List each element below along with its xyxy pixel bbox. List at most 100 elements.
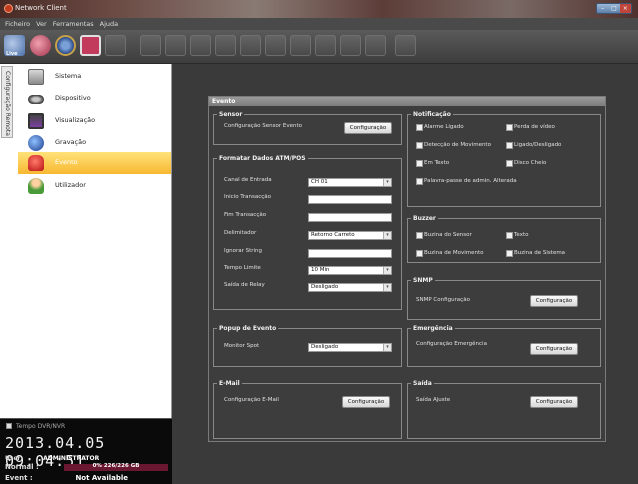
snmp-config-button[interactable]: Configuração bbox=[530, 295, 578, 307]
relay-select[interactable]: Desligado ▾ bbox=[308, 283, 392, 292]
grid-6-button[interactable] bbox=[190, 35, 211, 56]
chevron-down-icon: ▾ bbox=[383, 232, 391, 239]
grid-13-button[interactable] bbox=[290, 35, 311, 56]
status-panel: Tempo DVR/NVR 2013.04.05 09:04:51 User A… bbox=[0, 418, 172, 484]
grid-8-button[interactable] bbox=[215, 35, 236, 56]
monitor-spot-select[interactable]: Desligado ▾ bbox=[308, 343, 392, 352]
grid-16-button[interactable] bbox=[315, 35, 336, 56]
buzina-movimento-checkbox[interactable]: Buzina de Movimento bbox=[416, 250, 484, 257]
maximize-button[interactable]: □ bbox=[608, 4, 619, 13]
menu-ferramentas[interactable]: Ferramentas bbox=[53, 18, 94, 30]
sidebar-item-gravacao[interactable]: Gravação bbox=[18, 132, 171, 154]
snmp-label: SNMP Configuração bbox=[416, 297, 470, 303]
chevron-down-icon: ▾ bbox=[383, 267, 391, 274]
canal-label: Canal de Entrada bbox=[224, 177, 272, 183]
notificacao-title: Notificação bbox=[411, 111, 453, 118]
menu-ver[interactable]: Ver bbox=[36, 18, 47, 30]
fim-label: Fim Transacção bbox=[224, 212, 267, 218]
sidebar-item-sistema[interactable]: Sistema bbox=[18, 66, 171, 88]
status-event-value: Not Available bbox=[75, 474, 129, 482]
title-bar: Network Client – □ × bbox=[0, 0, 638, 18]
saida-title: Saída bbox=[411, 380, 434, 387]
search-button[interactable] bbox=[30, 35, 51, 56]
atm-pos-group: Formatar Dados ATM/POS Canal de Entrada … bbox=[213, 155, 402, 310]
sidebar-item-evento[interactable]: Evento bbox=[18, 152, 171, 174]
perda-video-checkbox[interactable]: Perda de vídeo bbox=[506, 124, 555, 131]
palavra-passe-checkbox[interactable]: Palavra-passe de admin. Alterada bbox=[416, 178, 517, 185]
sensor-config-button[interactable]: Configuração bbox=[344, 122, 392, 134]
monitor-spot-value: Desligado bbox=[311, 344, 339, 350]
live-button[interactable]: Live bbox=[4, 35, 25, 57]
display-icon bbox=[28, 113, 44, 129]
grid-36-button[interactable] bbox=[365, 35, 386, 56]
emergencia-label: Configuração Emergência bbox=[416, 341, 487, 347]
inicio-input[interactable] bbox=[308, 195, 392, 204]
status-event-key: Event : bbox=[5, 474, 33, 482]
delimitador-label: Delimitador bbox=[224, 230, 257, 236]
sidebar-item-label: Sistema bbox=[55, 72, 82, 80]
ligado-desligado-checkbox[interactable]: Ligado/Desligado bbox=[506, 142, 561, 149]
disco-cheio-checkbox[interactable]: Disco Cheio bbox=[506, 160, 546, 167]
delimitador-select[interactable]: Retorno Carreto ▾ bbox=[308, 231, 392, 240]
buzina-sensor-checkbox[interactable]: Buzina do Sensor bbox=[416, 232, 472, 239]
user-icon bbox=[28, 178, 44, 194]
status-user-value: ADMINISTRATOR bbox=[43, 455, 100, 462]
grid-9-button[interactable] bbox=[240, 35, 261, 56]
buzzer-title: Buzzer bbox=[411, 215, 438, 222]
saida-config-button[interactable]: Configuração bbox=[530, 396, 578, 408]
alarme-ligado-checkbox[interactable]: Alarme Ligado bbox=[416, 124, 464, 131]
canal-select[interactable]: CH 01 ▾ bbox=[308, 178, 392, 187]
ignorar-input[interactable] bbox=[308, 249, 392, 258]
panel-title: Evento bbox=[209, 97, 605, 106]
monitor-spot-label: Monitor Spot bbox=[224, 343, 260, 349]
system-icon bbox=[28, 69, 44, 85]
sidebar-item-visualizacao[interactable]: Visualização bbox=[18, 110, 171, 132]
sidebar-item-label: Dispositivo bbox=[55, 94, 91, 102]
grid-4-button[interactable] bbox=[165, 35, 186, 56]
email-config-button[interactable]: Configuração bbox=[342, 396, 390, 408]
atm-pos-title: Formatar Dados ATM/POS bbox=[217, 155, 308, 162]
tempo-label: Tempo Limite bbox=[224, 265, 261, 271]
chevron-down-icon: ▾ bbox=[383, 344, 391, 351]
minimize-button[interactable]: – bbox=[597, 4, 608, 13]
snmp-group: SNMP SNMP Configuração Configuração bbox=[407, 277, 601, 320]
grid-25-button[interactable] bbox=[340, 35, 361, 56]
dvr-time-checkbox[interactable] bbox=[6, 423, 12, 429]
status-normal-row: Normal : bbox=[5, 463, 63, 471]
dvr-time-label: Tempo DVR/NVR bbox=[16, 423, 66, 430]
sequence-button[interactable] bbox=[395, 35, 416, 56]
tempo-select[interactable]: 10 Min ▾ bbox=[308, 266, 392, 275]
notificacao-group: Notificação Alarme Ligado Perda de vídeo… bbox=[407, 111, 601, 207]
fim-input[interactable] bbox=[308, 213, 392, 222]
sidebar-item-label: Evento bbox=[55, 158, 78, 166]
em-texto-checkbox[interactable]: Em Texto bbox=[416, 160, 449, 167]
menu-ajuda[interactable]: Ajuda bbox=[100, 18, 118, 30]
texto-checkbox[interactable]: Texto bbox=[506, 232, 529, 239]
grid-10-button[interactable] bbox=[265, 35, 286, 56]
sidebar-item-label: Visualização bbox=[55, 116, 96, 124]
screen-button[interactable] bbox=[80, 35, 101, 56]
snmp-title: SNMP bbox=[411, 277, 435, 284]
deteccao-movimento-checkbox[interactable]: Detecção de Movimento bbox=[416, 142, 491, 149]
emergencia-config-button[interactable]: Configuração bbox=[530, 343, 578, 355]
status-event-row: Event : Not Available bbox=[5, 474, 128, 482]
delimitador-value: Retorno Carreto bbox=[311, 232, 355, 238]
inicio-label: Inicio Transacção bbox=[224, 194, 271, 200]
playback-button[interactable] bbox=[105, 35, 126, 56]
setup-button[interactable] bbox=[55, 35, 76, 56]
emergencia-group: Emergência Configuração Emergência Confi… bbox=[407, 325, 601, 367]
close-button[interactable]: × bbox=[619, 4, 631, 13]
sidebar-item-label: Gravação bbox=[55, 138, 87, 146]
relay-value: Desligado bbox=[311, 284, 339, 290]
main-area: Evento Sensor Configuração Sensor Evento… bbox=[172, 64, 638, 484]
status-normal-key: Normal : bbox=[5, 463, 39, 471]
grid-1-button[interactable] bbox=[140, 35, 161, 56]
remote-config-tab[interactable]: Configuração Remota bbox=[1, 66, 13, 138]
menu-ficheiro[interactable]: Ficheiro bbox=[5, 18, 30, 30]
buzina-sistema-checkbox[interactable]: Buzina de Sistema bbox=[506, 250, 565, 257]
sidebar-item-utilizador[interactable]: Utilizador bbox=[18, 175, 171, 197]
sidebar-item-dispositivo[interactable]: Dispositivo bbox=[18, 88, 171, 110]
chevron-down-icon: ▾ bbox=[383, 179, 391, 186]
email-title: E-Mail bbox=[217, 380, 242, 387]
status-user-row: User ADMINISTRATOR bbox=[5, 455, 99, 462]
